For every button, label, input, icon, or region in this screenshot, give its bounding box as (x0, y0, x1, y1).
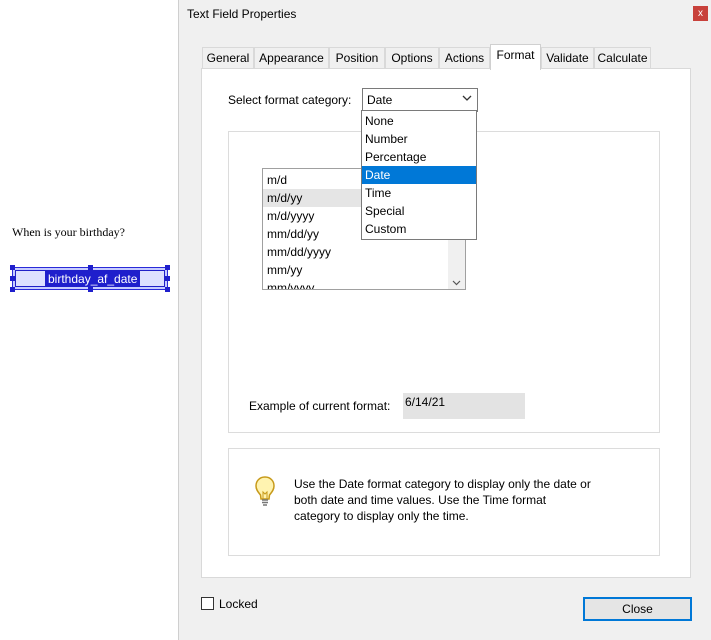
format-category-label: Select format category: (228, 93, 352, 107)
date-format-item[interactable]: mm/yy (263, 261, 449, 279)
locked-label: Locked (219, 597, 258, 611)
text-field-properties-dialog: Text Field Properties x General Appearan… (178, 0, 711, 640)
tab-calculate[interactable]: Calculate (594, 47, 651, 69)
format-category-dropdown-list[interactable]: None Number Percentage Date Time Special… (361, 110, 477, 240)
example-format-value: 6/14/21 (405, 395, 446, 409)
form-field-name: birthday_af_date (45, 271, 141, 287)
tab-format[interactable]: Format (490, 44, 541, 70)
resize-handle-bc[interactable] (88, 287, 93, 292)
dialog-title: Text Field Properties (187, 7, 297, 21)
resize-handle-bl[interactable] (10, 287, 15, 292)
tip-group: Use the Date format category to display … (228, 448, 660, 556)
chevron-down-icon[interactable] (461, 92, 473, 104)
example-format-label: Example of current format: (249, 399, 391, 413)
locked-checkbox[interactable] (201, 597, 214, 610)
example-format-box: 6/14/21 (403, 393, 525, 419)
resize-handle-tl[interactable] (10, 265, 15, 270)
category-option-number[interactable]: Number (362, 130, 476, 148)
lightbulb-icon (253, 475, 277, 512)
tip-text: Use the Date format category to display … (294, 477, 591, 523)
format-category-select[interactable]: Date (362, 88, 478, 112)
tab-actions[interactable]: Actions (439, 47, 490, 69)
question-text: When is your birthday? (12, 225, 125, 239)
date-format-item[interactable]: mm/dd/yyyy (263, 243, 449, 261)
close-button[interactable]: Close (583, 597, 692, 621)
category-option-custom[interactable]: Custom (362, 220, 476, 238)
tab-validate[interactable]: Validate (541, 47, 594, 69)
tab-appearance[interactable]: Appearance (254, 47, 329, 69)
tab-position[interactable]: Position (329, 47, 385, 69)
category-option-time[interactable]: Time (362, 184, 476, 202)
tab-options[interactable]: Options (385, 47, 439, 69)
resize-handle-br[interactable] (165, 287, 170, 292)
close-icon[interactable]: x (693, 6, 708, 21)
resize-handle-mr[interactable] (165, 276, 170, 281)
resize-handle-tc[interactable] (88, 265, 93, 270)
resize-handle-tr[interactable] (165, 265, 170, 270)
date-format-item[interactable]: mm/yyyy (263, 279, 449, 289)
format-category-value: Date (367, 93, 393, 107)
category-option-date[interactable]: Date (362, 166, 476, 184)
arrow-down-icon[interactable] (452, 276, 461, 286)
resize-handle-ml[interactable] (10, 276, 15, 281)
category-option-none[interactable]: None (362, 112, 476, 130)
category-option-percentage[interactable]: Percentage (362, 148, 476, 166)
tab-general[interactable]: General (202, 47, 254, 69)
document-page: When is your birthday? birthday_af_date (0, 0, 178, 640)
category-option-special[interactable]: Special (362, 202, 476, 220)
